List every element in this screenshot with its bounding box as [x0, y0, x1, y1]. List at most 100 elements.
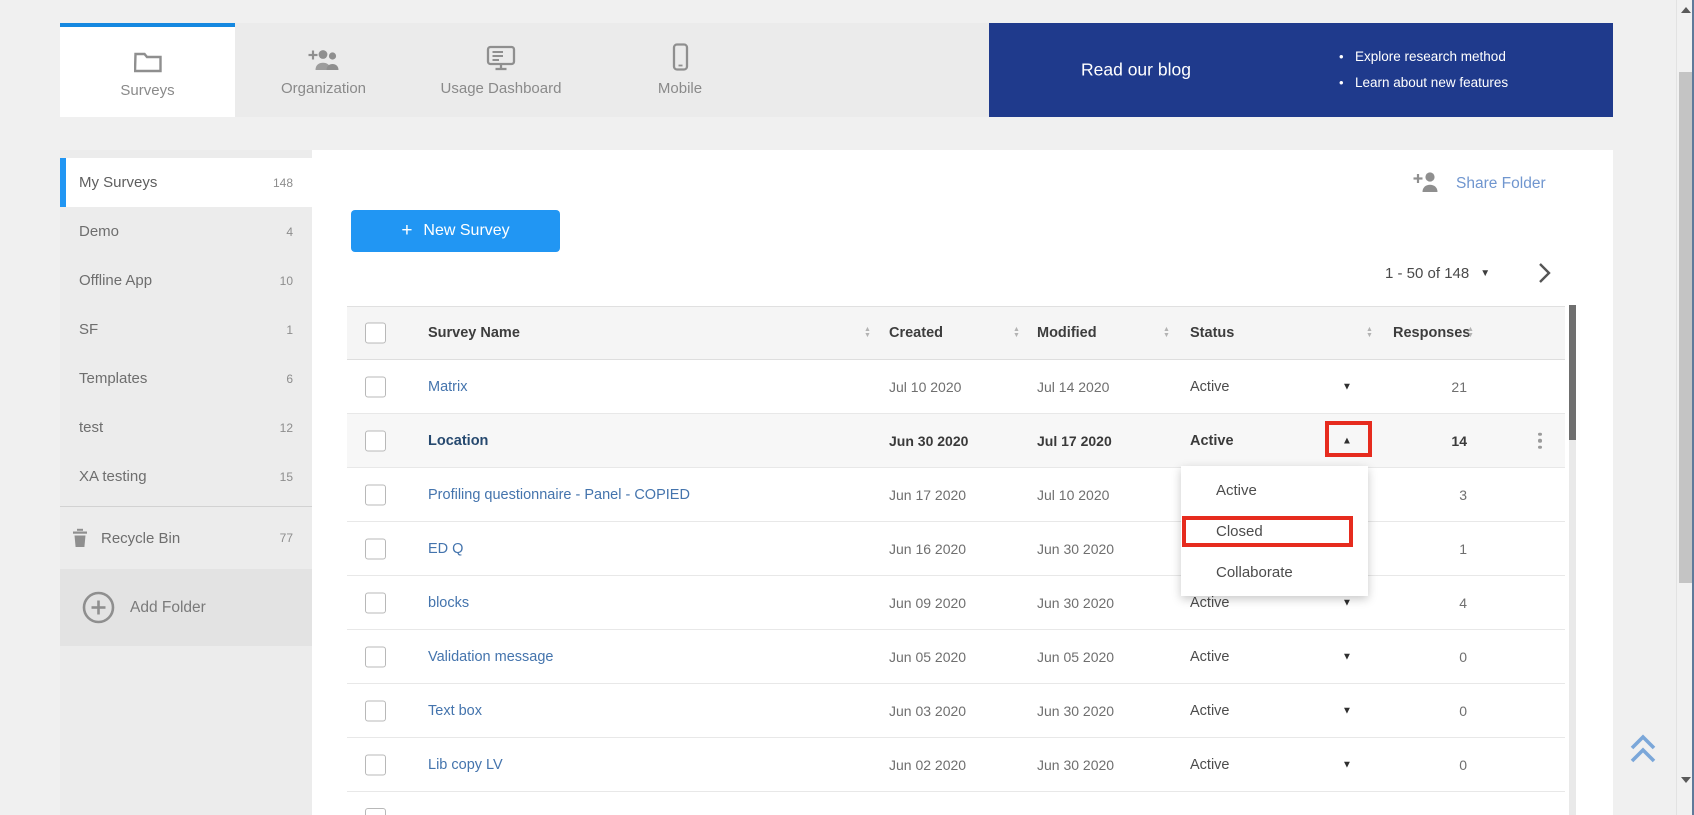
tab-surveys[interactable]: Surveys: [60, 23, 235, 117]
folder-count: 4: [286, 225, 293, 239]
pagination-range-selector[interactable]: 1 - 50 of 148 ▼: [1385, 260, 1490, 286]
folder-sidebar: My Surveys 148 Demo 4 Offline App 10 SF …: [60, 150, 312, 815]
modified-date: Jul 17 2020: [1037, 433, 1112, 449]
row-checkbox[interactable]: [365, 430, 386, 451]
survey-name-link[interactable]: Text box: [428, 703, 482, 719]
person-add-group-icon: [307, 43, 341, 71]
read-our-blog-link[interactable]: Read our blog: [1081, 60, 1191, 81]
survey-name-link[interactable]: blocks: [428, 595, 469, 611]
scrollbar-up-arrow-icon[interactable]: [1681, 7, 1691, 13]
new-survey-button[interactable]: + New Survey: [351, 210, 560, 252]
page-scrollbar-thumb[interactable]: [1679, 72, 1693, 583]
row-actions-kebab-icon[interactable]: [1535, 429, 1545, 452]
modified-date: Jul 14 2020: [1037, 379, 1109, 395]
folder-label: SF: [79, 321, 98, 338]
row-checkbox[interactable]: [365, 700, 386, 721]
table-scrollbar[interactable]: [1569, 305, 1576, 815]
sidebar-item-demo[interactable]: Demo 4: [60, 207, 312, 256]
column-header-created[interactable]: Created: [889, 325, 943, 341]
status-dropdown-arrow[interactable]: ▼: [1337, 597, 1357, 608]
status-value: Active: [1190, 595, 1230, 611]
tab-organization[interactable]: Organization: [235, 23, 412, 117]
folder-count: 15: [280, 470, 293, 484]
status-dropdown-arrow[interactable]: ▼: [1337, 705, 1357, 716]
modified-date: Jun 30 2020: [1037, 595, 1114, 611]
sidebar-item-recycle-bin[interactable]: Recycle Bin 77: [60, 507, 312, 569]
modified-date: Jun 30 2020: [1037, 703, 1114, 719]
scroll-to-top-button[interactable]: [1628, 733, 1658, 767]
recycle-bin-count: 77: [280, 531, 293, 545]
sort-icon[interactable]: ▲▼: [1163, 327, 1170, 339]
survey-name-link[interactable]: Validation message: [428, 649, 553, 665]
dashboard-screen-icon: [486, 43, 516, 71]
column-header-survey-name[interactable]: Survey Name: [428, 325, 520, 341]
modified-date: Jun 05 2020: [1037, 649, 1114, 665]
folder-label: Demo: [79, 223, 119, 240]
status-option-collaborate[interactable]: Collaborate: [1181, 552, 1368, 593]
folder-label: Templates: [79, 370, 147, 387]
row-checkbox[interactable]: [365, 808, 386, 815]
row-checkbox[interactable]: [365, 754, 386, 775]
sidebar-item-test[interactable]: test 12: [60, 403, 312, 452]
status-value: Active: [1190, 379, 1230, 395]
status-dropdown-arrow[interactable]: ▼: [1337, 651, 1357, 662]
select-all-checkbox[interactable]: [365, 323, 386, 344]
survey-name-link[interactable]: Profiling questionnaire - Panel - COPIED: [428, 487, 690, 503]
status-dropdown-arrow[interactable]: ▼: [1337, 759, 1357, 770]
modified-date: Jul 10 2020: [1037, 487, 1109, 503]
column-header-responses[interactable]: Responses: [1393, 325, 1470, 341]
sidebar-item-offline-app[interactable]: Offline App 10: [60, 256, 312, 305]
table-row: Matrix Jul 10 2020 Jul 14 2020 Active ▼ …: [347, 360, 1565, 414]
status-option-active[interactable]: Active: [1181, 470, 1368, 511]
banner-bullet: Learn about new features: [1337, 70, 1508, 96]
column-header-status[interactable]: Status: [1190, 325, 1234, 341]
add-folder-label: Add Folder: [130, 599, 206, 617]
sidebar-item-my-surveys[interactable]: My Surveys 148: [60, 158, 312, 207]
sidebar-item-sf[interactable]: SF 1: [60, 305, 312, 354]
folder-count: 10: [280, 274, 293, 288]
table-header-row: Survey Name ▲▼ Created ▲▼ Modified ▲▼ St…: [347, 306, 1565, 360]
tab-mobile[interactable]: Mobile: [590, 23, 770, 117]
add-folder-button[interactable]: Add Folder: [60, 569, 312, 646]
pagination-range-label: 1 - 50 of 148: [1385, 265, 1469, 282]
share-folder-button[interactable]: Share Folder: [1412, 172, 1546, 196]
tab-label: Usage Dashboard: [441, 80, 562, 97]
next-page-button[interactable]: [1538, 262, 1556, 284]
new-survey-label: New Survey: [423, 222, 509, 240]
column-header-modified[interactable]: Modified: [1037, 325, 1097, 341]
survey-name-link[interactable]: ED Q: [428, 541, 463, 557]
sidebar-item-templates[interactable]: Templates 6: [60, 354, 312, 403]
status-value: Active: [1190, 649, 1230, 665]
sort-icon[interactable]: ▲▼: [1467, 327, 1474, 339]
table-row: Lib copy LV Jun 02 2020 Jun 30 2020 Acti…: [347, 738, 1565, 792]
sort-icon[interactable]: ▲▼: [1366, 327, 1373, 339]
survey-name-link[interactable]: Matrix: [428, 379, 467, 395]
sidebar-item-xa-testing[interactable]: XA testing 15: [60, 452, 312, 501]
folder-count: 6: [286, 372, 293, 386]
surveys-table: Survey Name ▲▼ Created ▲▼ Modified ▲▼ St…: [347, 306, 1565, 815]
plus-icon: +: [401, 220, 412, 242]
table-row: Validation message Jun 05 2020 Jun 05 20…: [347, 630, 1565, 684]
survey-name-link[interactable]: Lib copy LV: [428, 757, 503, 773]
tab-usage-dashboard[interactable]: Usage Dashboard: [412, 23, 590, 117]
folder-label: Offline App: [79, 272, 152, 289]
folder-icon: [134, 45, 162, 73]
status-dropdown-arrow[interactable]: ▼: [1337, 381, 1357, 392]
responses-count: 1: [1377, 541, 1467, 557]
table-row-location: Location Jun 30 2020 Jul 17 2020 Active …: [347, 414, 1565, 468]
survey-name-link[interactable]: Location: [428, 433, 488, 449]
row-checkbox[interactable]: [365, 484, 386, 505]
scrollbar-down-arrow-icon[interactable]: [1681, 777, 1691, 783]
row-checkbox[interactable]: [365, 538, 386, 559]
smartphone-icon: [672, 43, 689, 71]
created-date: Jun 03 2020: [889, 703, 966, 719]
row-checkbox[interactable]: [365, 646, 386, 667]
main-panel: Share Folder + New Survey 1 - 50 of 148 …: [312, 150, 1613, 815]
row-checkbox[interactable]: [365, 376, 386, 397]
row-checkbox[interactable]: [365, 592, 386, 613]
sort-icon[interactable]: ▲▼: [1013, 327, 1020, 339]
table-row-partial: [347, 792, 1565, 815]
sort-icon[interactable]: ▲▼: [864, 327, 871, 339]
table-scrollbar-thumb[interactable]: [1569, 305, 1576, 440]
plus-circle-icon: [82, 591, 115, 624]
